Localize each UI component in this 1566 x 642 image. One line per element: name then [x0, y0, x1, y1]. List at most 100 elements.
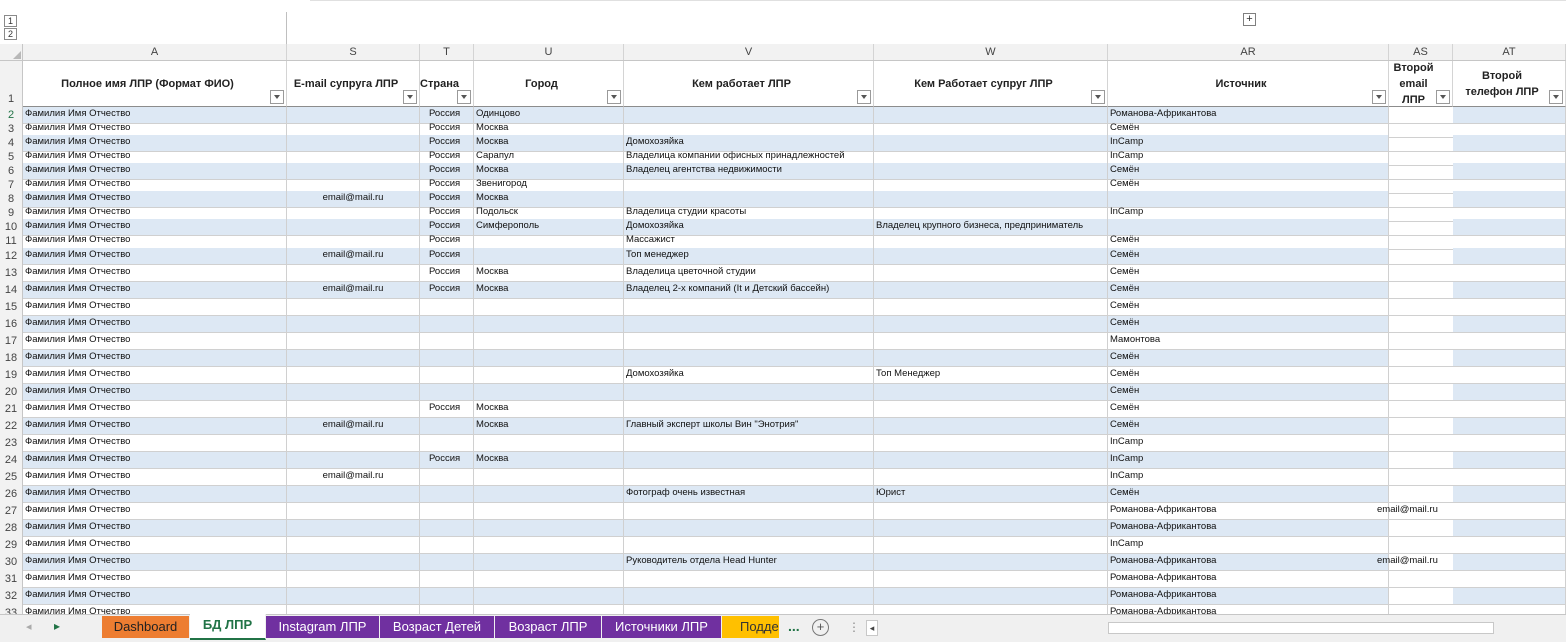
cell-ar[interactable]: Семён: [1108, 282, 1389, 299]
cell-s[interactable]: [287, 401, 420, 418]
cell-as[interactable]: [1377, 350, 1453, 367]
outline-level-1-button[interactable]: 1: [4, 15, 17, 27]
cell-ar[interactable]: Семён: [1108, 384, 1389, 401]
cell-as[interactable]: [1377, 537, 1453, 554]
cell-at[interactable]: [1453, 588, 1566, 605]
cell-t[interactable]: [420, 418, 474, 435]
row-header[interactable]: 23: [0, 435, 23, 452]
cell-v[interactable]: [624, 571, 874, 588]
row-header[interactable]: 17: [0, 333, 23, 350]
cell-u[interactable]: [474, 350, 624, 367]
cell-t[interactable]: [420, 571, 474, 588]
cell-ar[interactable]: InCamp: [1108, 435, 1389, 452]
sheet-tab-4[interactable]: Возраст ЛПР: [495, 616, 602, 638]
sheet-tab-1[interactable]: БД ЛПР: [190, 614, 266, 640]
filter-dropdown-icon-as[interactable]: [1436, 90, 1450, 104]
cell-as[interactable]: [1377, 520, 1453, 537]
cell-at[interactable]: [1453, 537, 1566, 554]
cell-a[interactable]: Фамилия Имя Отчество: [23, 248, 287, 265]
cell-ar[interactable]: InCamp: [1108, 452, 1389, 469]
filter-dropdown-icon-ar[interactable]: [1372, 90, 1386, 104]
cell-at[interactable]: [1453, 469, 1566, 486]
cell-t[interactable]: [420, 316, 474, 333]
column-letter-t[interactable]: T: [420, 44, 474, 60]
cell-s[interactable]: [287, 299, 420, 316]
cell-ar[interactable]: Романова-Африкантова: [1108, 588, 1389, 605]
filter-dropdown-icon-a[interactable]: [270, 90, 284, 104]
cell-at[interactable]: [1453, 265, 1566, 282]
cell-u[interactable]: [474, 316, 624, 333]
cell-a[interactable]: Фамилия Имя Отчество: [23, 435, 287, 452]
cell-s[interactable]: email@mail.ru: [287, 282, 420, 299]
filter-dropdown-icon-v[interactable]: [857, 90, 871, 104]
cell-s[interactable]: [287, 316, 420, 333]
cell-at[interactable]: [1453, 554, 1566, 571]
cell-v[interactable]: Руководитель отдела Head Hunter: [624, 554, 874, 571]
cell-a[interactable]: Фамилия Имя Отчество: [23, 333, 287, 350]
cell-as[interactable]: [1377, 469, 1453, 486]
cell-w[interactable]: [874, 571, 1108, 588]
cell-ar[interactable]: InCamp: [1108, 469, 1389, 486]
cell-t[interactable]: Россия: [420, 401, 474, 418]
add-sheet-button[interactable]: +: [812, 619, 829, 636]
column-letter-w[interactable]: W: [874, 44, 1108, 60]
cell-t[interactable]: [420, 537, 474, 554]
cell-as[interactable]: [1377, 282, 1453, 299]
more-tabs-button[interactable]: ...: [788, 618, 800, 634]
cell-v[interactable]: [624, 350, 874, 367]
row-header[interactable]: 26: [0, 486, 23, 503]
cell-s[interactable]: [287, 520, 420, 537]
cell-as[interactable]: [1377, 571, 1453, 588]
cell-s[interactable]: [287, 537, 420, 554]
cell-u[interactable]: [474, 435, 624, 452]
cell-v[interactable]: Топ менеджер: [624, 248, 874, 265]
cell-w[interactable]: [874, 299, 1108, 316]
cell-t[interactable]: Россия: [420, 265, 474, 282]
cell-w[interactable]: [874, 248, 1108, 265]
cell-s[interactable]: [287, 588, 420, 605]
cell-s[interactable]: [287, 350, 420, 367]
cell-as[interactable]: [1377, 418, 1453, 435]
cell-at[interactable]: [1453, 367, 1566, 384]
column-letter-s[interactable]: S: [287, 44, 420, 60]
cell-t[interactable]: [420, 503, 474, 520]
cell-at[interactable]: [1453, 486, 1566, 503]
cell-w[interactable]: [874, 503, 1108, 520]
filter-dropdown-icon-s[interactable]: [403, 90, 417, 104]
cell-at[interactable]: [1453, 316, 1566, 333]
cell-a[interactable]: Фамилия Имя Отчество: [23, 469, 287, 486]
cell-a[interactable]: Фамилия Имя Отчество: [23, 503, 287, 520]
row-header[interactable]: 27: [0, 503, 23, 520]
cell-s[interactable]: [287, 265, 420, 282]
tab-scroll-prev-button[interactable]: ◂: [26, 620, 32, 633]
cell-s[interactable]: email@mail.ru: [287, 418, 420, 435]
cell-as[interactable]: [1377, 333, 1453, 350]
cell-ar[interactable]: Романова-Африкантова: [1108, 503, 1389, 520]
cell-t[interactable]: [420, 333, 474, 350]
row-header[interactable]: 20: [0, 384, 23, 401]
cell-v[interactable]: [624, 299, 874, 316]
row-header[interactable]: 29: [0, 537, 23, 554]
cell-a[interactable]: Фамилия Имя Отчество: [23, 299, 287, 316]
cell-a[interactable]: Фамилия Имя Отчество: [23, 316, 287, 333]
cell-as[interactable]: [1377, 486, 1453, 503]
cell-t[interactable]: [420, 486, 474, 503]
cell-a[interactable]: Фамилия Имя Отчество: [23, 520, 287, 537]
cell-w[interactable]: [874, 418, 1108, 435]
sheet-tab-0[interactable]: Dashboard: [102, 616, 190, 638]
cell-ar[interactable]: Мамонтова: [1108, 333, 1389, 350]
tabs-splitter-handle[interactable]: ⋮: [848, 620, 860, 634]
row-header[interactable]: 13: [0, 265, 23, 282]
cell-s[interactable]: [287, 384, 420, 401]
row-header[interactable]: 24: [0, 452, 23, 469]
sheet-tab-3[interactable]: Возраст Детей: [380, 616, 495, 638]
cell-u[interactable]: [474, 571, 624, 588]
tab-scroll-next-button[interactable]: ▸: [54, 619, 60, 633]
sheet-tab-5[interactable]: Источники ЛПР: [602, 616, 722, 638]
cell-as[interactable]: email@mail.ru: [1377, 554, 1453, 571]
cell-a[interactable]: Фамилия Имя Отчество: [23, 282, 287, 299]
cell-w[interactable]: [874, 265, 1108, 282]
cell-as[interactable]: [1377, 384, 1453, 401]
cell-s[interactable]: [287, 452, 420, 469]
cell-t[interactable]: [420, 350, 474, 367]
